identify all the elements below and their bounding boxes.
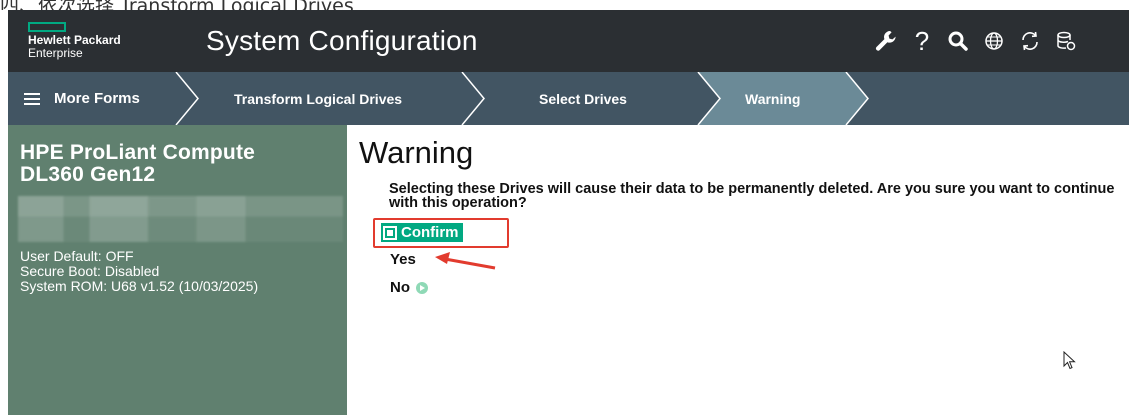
no-option[interactable]: No (390, 279, 428, 296)
yes-label: Yes (390, 251, 416, 268)
mouse-pointer-icon (1063, 350, 1077, 376)
main-content: Warning Selecting these Drives will caus… (347, 125, 1129, 415)
help-icon[interactable]: ? (904, 24, 940, 58)
header-toolbar: ? (868, 24, 1084, 58)
user-default-status: User Default: OFF (20, 248, 134, 264)
breadcrumb-item-select-drives[interactable]: Select Drives (539, 72, 627, 125)
confirm-checkbox[interactable]: Confirm (381, 223, 463, 242)
system-rom-version: System ROM: U68 v1.52 (10/03/2025) (20, 278, 259, 294)
globe-icon[interactable] (976, 24, 1012, 58)
checkbox-icon (383, 225, 397, 240)
logo-line2: Enterprise (28, 46, 83, 60)
top-caption: 四、依次选择 Transform Logical Drives (0, 0, 1129, 10)
arrow-right-circle-icon (416, 281, 428, 294)
app-title: System Configuration (206, 25, 478, 56)
help-glyph: ? (914, 25, 930, 56)
app-header: Hewlett Packard Enterprise System Config… (8, 10, 1129, 72)
menu-icon (24, 92, 40, 105)
database-icon[interactable] (1048, 24, 1084, 58)
server-model-line2: DL360 Gen12 (20, 163, 156, 186)
hpe-logo: Hewlett Packard Enterprise (28, 22, 121, 59)
breadcrumb-item-transform-logical-drives[interactable]: Transform Logical Drives (234, 72, 402, 125)
secure-boot-status: Secure Boot: Disabled (20, 263, 160, 279)
server-model: HPE ProLiant Compute DL360 Gen12 (20, 142, 255, 186)
system-info-panel: HPE ProLiant Compute DL360 Gen12 User De… (8, 125, 347, 415)
page-title: Warning (359, 135, 474, 170)
top-caption-text: 四、依次选择 Transform Logical Drives (0, 0, 354, 10)
warning-message: Selecting these Drives will cause their … (389, 181, 1115, 211)
no-label: No (390, 279, 410, 296)
hpe-logo-mark (28, 22, 66, 32)
more-forms-label: More Forms (54, 90, 140, 107)
redacted-info (18, 196, 343, 242)
more-forms-button[interactable]: More Forms (8, 72, 186, 125)
refresh-icon[interactable] (1012, 24, 1048, 58)
search-icon[interactable] (940, 24, 976, 58)
confirm-label: Confirm (401, 224, 459, 241)
breadcrumb-item-warning[interactable]: Warning (745, 72, 800, 125)
wrench-icon[interactable] (868, 24, 904, 58)
yes-option[interactable]: Yes (390, 251, 416, 268)
breadcrumb: More Forms Transform Logical Drives Sele… (8, 72, 1129, 125)
server-model-line1: HPE ProLiant Compute (20, 141, 256, 164)
